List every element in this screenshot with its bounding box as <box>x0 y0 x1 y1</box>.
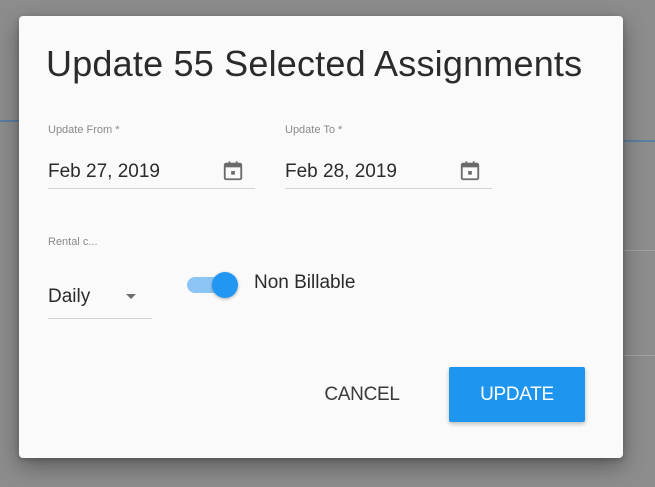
rental-select[interactable]: Rental c... Daily <box>48 236 152 319</box>
update-from-field[interactable]: Update From * Feb 27, 2019 <box>48 124 255 189</box>
update-button[interactable]: UPDATE <box>449 367 585 422</box>
background-divider <box>624 140 655 142</box>
update-assignments-dialog: Update 55 Selected Assignments Update Fr… <box>19 16 623 458</box>
background-row-divider <box>624 250 655 251</box>
toggle-thumb[interactable] <box>212 272 238 298</box>
calendar-icon[interactable] <box>459 160 481 182</box>
update-to-label: Update To * <box>285 124 343 136</box>
background-row-divider <box>624 355 655 356</box>
rental-value[interactable]: Daily <box>48 286 90 308</box>
update-from-underline <box>48 188 255 189</box>
update-to-value[interactable]: Feb 28, 2019 <box>285 161 397 183</box>
update-to-underline <box>285 188 492 189</box>
background-divider <box>0 120 20 122</box>
cancel-button[interactable]: CANCEL <box>303 367 421 422</box>
dropdown-arrow-icon[interactable] <box>126 294 136 299</box>
update-to-field[interactable]: Update To * Feb 28, 2019 <box>285 124 492 189</box>
rental-underline <box>48 318 152 319</box>
dialog-title: Update 55 Selected Assignments <box>46 43 583 84</box>
update-from-value[interactable]: Feb 27, 2019 <box>48 161 160 183</box>
non-billable-label: Non Billable <box>254 272 356 293</box>
rental-label: Rental c... <box>48 236 98 248</box>
non-billable-toggle[interactable] <box>185 269 241 299</box>
calendar-icon[interactable] <box>222 160 244 182</box>
update-from-label: Update From * <box>48 124 120 136</box>
